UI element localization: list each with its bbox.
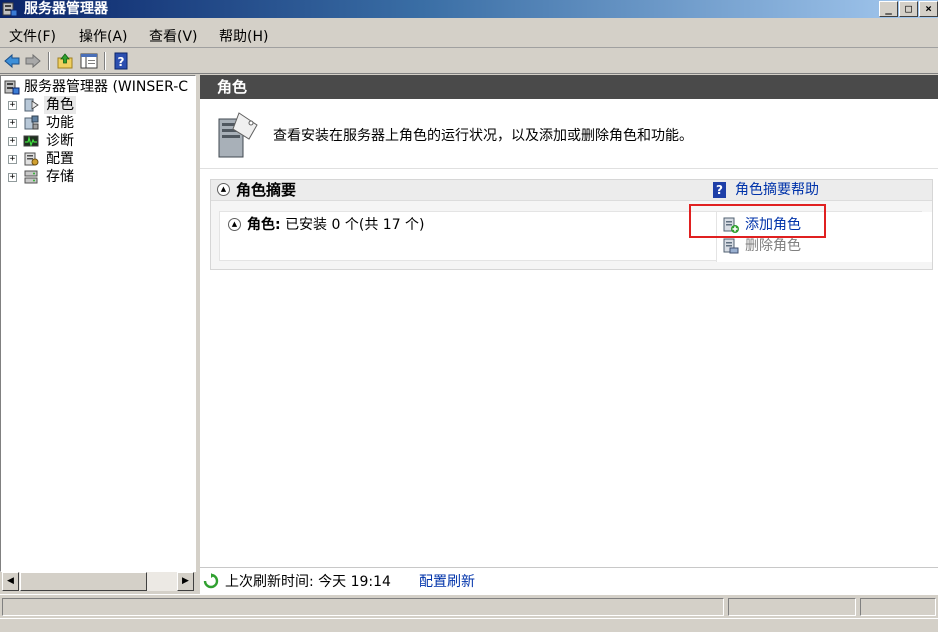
tree-item-roles[interactable]: + 角色	[7, 96, 187, 114]
back-arrow-icon[interactable]	[3, 52, 21, 70]
tree-item-storage-label: 存储	[46, 169, 74, 185]
roles-summary-section: ▲ 角色摘要 ? 角色摘要帮助 ▲ 角色: 已安装 0 个(共 17 个) 添加…	[210, 179, 933, 270]
menu-action[interactable]: 操作(A)	[79, 26, 128, 46]
up-folder-icon[interactable]	[56, 52, 74, 70]
svg-text:?: ?	[118, 55, 125, 69]
title-bar: 服务器管理器 _ □ ×	[0, 0, 938, 18]
maximize-button[interactable]: □	[899, 1, 918, 17]
remove-roles-label: 删除角色	[745, 238, 801, 254]
remove-role-icon	[723, 238, 739, 254]
window-title: 服务器管理器	[24, 1, 108, 17]
refresh-status-bar: 上次刷新时间: 今天 19:14 配置刷新	[200, 567, 938, 594]
scroll-left-button[interactable]: ◀	[2, 572, 19, 591]
toolbar: ?	[0, 49, 938, 74]
tree-item-diagnostics[interactable]: + 诊断	[7, 132, 187, 150]
toolbar-separator	[48, 52, 50, 70]
expand-icon[interactable]: +	[8, 137, 17, 146]
add-roles-label: 添加角色	[745, 217, 801, 233]
collapse-roles-icon[interactable]: ▲	[228, 218, 241, 231]
help-icon[interactable]: ?	[112, 52, 130, 70]
status-cell-3	[860, 598, 936, 616]
roles-icon	[24, 98, 39, 112]
configure-refresh-link[interactable]: 配置刷新	[419, 572, 475, 592]
pane-header-title: 角色	[200, 75, 938, 99]
console-tree: 服务器管理器 (WINSER-C + 角色 + 功能 + 诊断 + 配置 + 存…	[0, 75, 196, 572]
tree-item-roles-label: 角色	[44, 96, 76, 114]
help-icon: ?	[713, 182, 726, 198]
roles-summary-help-link[interactable]: 角色摘要帮助	[735, 180, 819, 200]
collapse-summary-icon[interactable]: ▲	[217, 183, 230, 196]
menu-file[interactable]: 文件(F)	[9, 26, 56, 46]
roles-count: 角色: 已安装 0 个(共 17 个)	[247, 215, 425, 235]
server-roles-icon	[218, 112, 258, 158]
taskbar-strip	[0, 618, 938, 632]
scroll-thumb[interactable]	[20, 572, 147, 591]
forward-arrow-icon[interactable]	[24, 52, 42, 70]
status-cell-2	[728, 598, 856, 616]
configuration-icon	[24, 152, 39, 166]
tree-root[interactable]: 服务器管理器 (WINSER-C	[4, 78, 194, 96]
last-refresh-text: 上次刷新时间: 今天 19:14	[225, 574, 391, 590]
expand-icon[interactable]: +	[8, 101, 17, 110]
tree-item-diagnostics-label: 诊断	[46, 133, 74, 149]
tree-item-configuration-label: 配置	[46, 151, 74, 167]
refresh-icon[interactable]	[203, 573, 219, 589]
roles-actions: 添加角色 删除角色	[716, 212, 932, 262]
intro-banner: 查看安装在服务器上角色的运行状况，以及添加或删除角色和功能。	[200, 99, 938, 169]
toolbar-separator	[104, 52, 106, 70]
roles-summary-header: ▲ 角色摘要 ? 角色摘要帮助	[211, 180, 932, 201]
tree-root-label: 服务器管理器 (WINSER-C	[24, 79, 189, 95]
menu-view[interactable]: 查看(V)	[149, 26, 198, 46]
roles-status: 已安装 0 个(共 17 个)	[285, 217, 425, 233]
server-manager-icon	[4, 80, 20, 95]
status-bar	[0, 594, 938, 618]
tree-item-features[interactable]: + 功能	[7, 114, 187, 132]
roles-installed-row: ▲ 角色: 已安装 0 个(共 17 个) 添加角色 删除角色	[219, 211, 932, 262]
expand-icon[interactable]: +	[8, 173, 17, 182]
expand-icon[interactable]: +	[8, 119, 17, 128]
features-icon	[24, 115, 39, 130]
diagnostics-icon	[23, 135, 39, 147]
roles-summary-title: 角色摘要	[236, 181, 297, 199]
close-button[interactable]: ×	[919, 1, 938, 17]
intro-description: 查看安装在服务器上角色的运行状况，以及添加或删除角色和功能。	[273, 128, 693, 144]
add-role-icon	[723, 217, 739, 233]
tree-horizontal-scrollbar[interactable]: ◀ ▶	[2, 572, 194, 591]
tree-item-storage[interactable]: + 存储	[7, 168, 187, 186]
tree-item-configuration[interactable]: + 配置	[7, 150, 187, 168]
scroll-right-button[interactable]: ▶	[177, 572, 194, 591]
tree-item-features-label: 功能	[46, 115, 74, 131]
show-hide-tree-icon[interactable]	[80, 52, 98, 70]
status-cell-main	[2, 598, 724, 616]
roles-content: 查看安装在服务器上角色的运行状况，以及添加或删除角色和功能。 ▲ 角色摘要 ? …	[200, 99, 938, 567]
menu-help[interactable]: 帮助(H)	[219, 26, 268, 46]
roles-label: 角色:	[247, 217, 281, 233]
server-manager-app-icon	[2, 2, 18, 17]
minimize-button[interactable]: _	[879, 1, 898, 17]
storage-icon	[24, 170, 38, 184]
menu-bar: 文件(F) 操作(A) 查看(V) 帮助(H)	[0, 19, 938, 48]
expand-icon[interactable]: +	[8, 155, 17, 164]
